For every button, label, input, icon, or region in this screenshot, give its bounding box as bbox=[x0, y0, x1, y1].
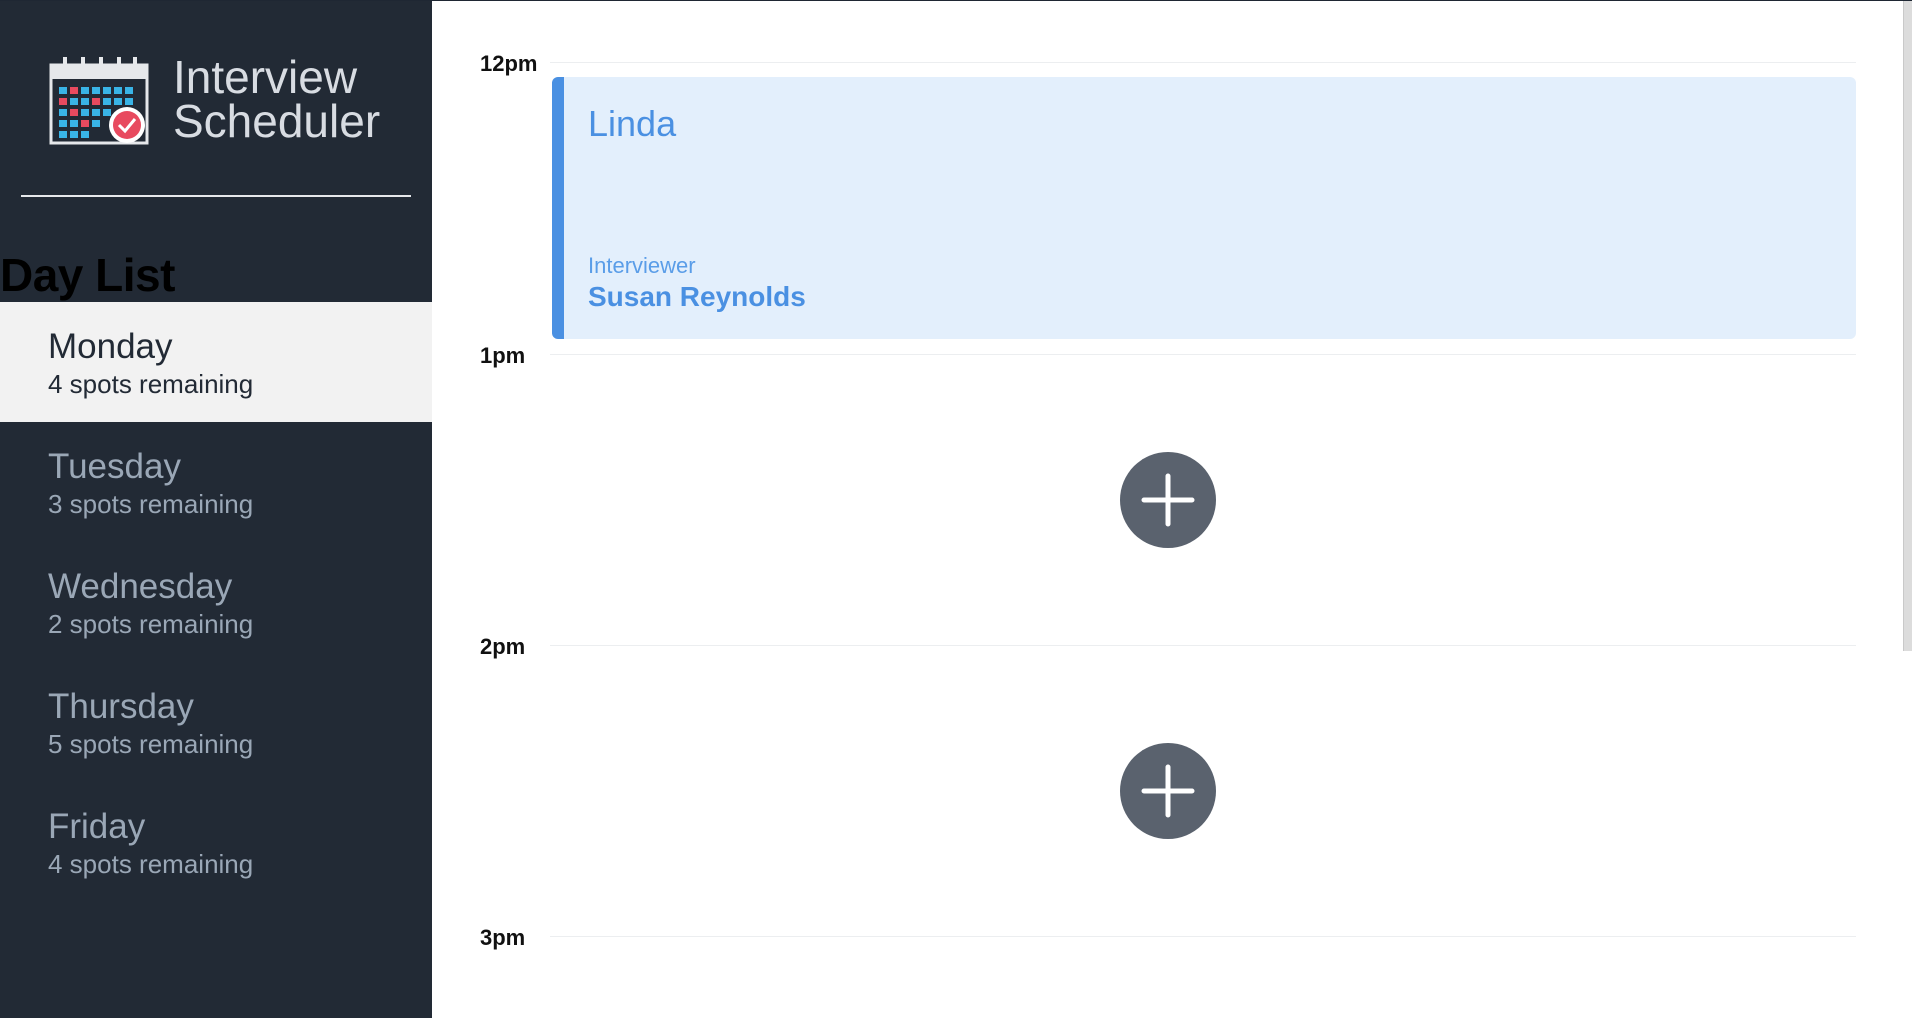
day-item-tuesday[interactable]: Tuesday 3 spots remaining bbox=[0, 422, 432, 542]
sidebar: Interview Scheduler Day List Monday 4 sp… bbox=[0, 1, 432, 1018]
hour-divider bbox=[550, 354, 1856, 355]
vertical-scrollbar[interactable] bbox=[1903, 1, 1912, 651]
day-name: Thursday bbox=[48, 687, 194, 726]
day-item-friday[interactable]: Friday 4 spots remaining bbox=[0, 782, 432, 902]
appointment-card[interactable]: Linda Interviewer Susan Reynolds bbox=[552, 77, 1856, 339]
day-name: Friday bbox=[48, 807, 146, 846]
time-label-2pm: 2pm bbox=[480, 634, 526, 659]
time-label-1pm: 1pm bbox=[480, 343, 526, 368]
day-item-monday[interactable]: Monday 4 spots remaining bbox=[0, 302, 432, 422]
day-name: Tuesday bbox=[48, 447, 181, 486]
hour-divider bbox=[550, 62, 1856, 63]
day-name: Wednesday bbox=[48, 567, 233, 606]
add-appointment-button[interactable] bbox=[1120, 743, 1216, 839]
hour-divider bbox=[550, 936, 1856, 937]
app-title: Interview Scheduler bbox=[173, 51, 381, 147]
interviewer-name: Susan Reynolds bbox=[588, 281, 806, 312]
schedule: 12pm Linda Interviewer Susan Reynolds 1p… bbox=[432, 1, 1912, 1018]
day-spots: 4 spots remaining bbox=[48, 849, 254, 879]
app-window: Interview Scheduler Day List Monday 4 sp… bbox=[0, 0, 1912, 1018]
student-name: Linda bbox=[588, 103, 677, 144]
plus-icon bbox=[1141, 764, 1195, 818]
day-name: Monday bbox=[48, 327, 173, 366]
time-label-3pm: 3pm bbox=[480, 925, 526, 950]
day-list-heading: Day List bbox=[0, 249, 175, 301]
day-item-wednesday[interactable]: Wednesday 2 spots remaining bbox=[0, 542, 432, 662]
app-title-line1: Interview bbox=[173, 51, 358, 103]
day-spots: 5 spots remaining bbox=[48, 729, 254, 759]
day-spots: 2 spots remaining bbox=[48, 609, 254, 639]
hour-divider bbox=[550, 645, 1856, 646]
time-label-12pm: 12pm bbox=[480, 51, 538, 76]
sidebar-divider bbox=[21, 195, 411, 197]
day-spots: 3 spots remaining bbox=[48, 489, 254, 519]
day-item-thursday[interactable]: Thursday 5 spots remaining bbox=[0, 662, 432, 782]
day-spots: 4 spots remaining bbox=[48, 369, 254, 399]
add-appointment-button[interactable] bbox=[1120, 452, 1216, 548]
calendar-check-icon bbox=[49, 57, 149, 145]
plus-icon bbox=[1141, 473, 1195, 527]
interviewer-label: Interviewer bbox=[588, 253, 696, 278]
day-list: Monday 4 spots remaining Tuesday 3 spots… bbox=[0, 302, 432, 902]
app-title-line2: Scheduler bbox=[173, 95, 381, 147]
